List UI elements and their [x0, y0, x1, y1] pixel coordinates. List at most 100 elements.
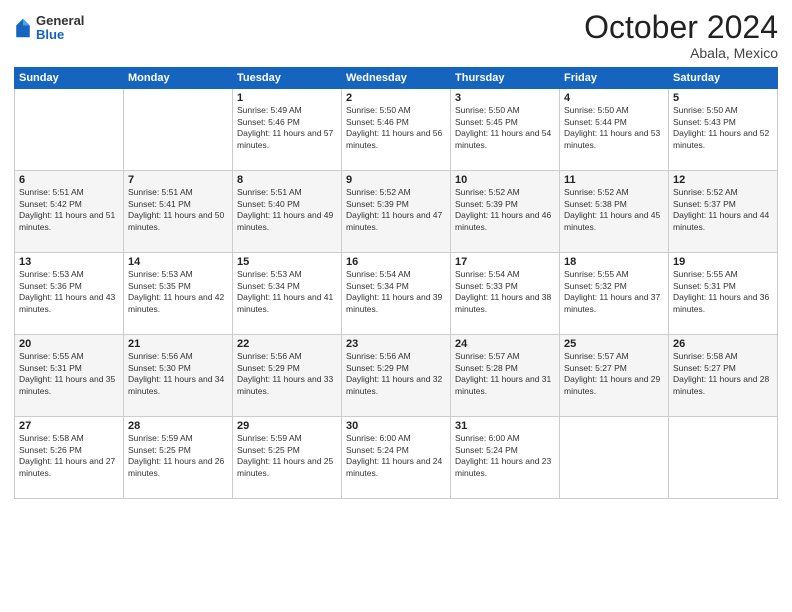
day-number: 19 [673, 256, 773, 268]
calendar-cell: 9Sunrise: 5:52 AMSunset: 5:39 PMDaylight… [342, 171, 451, 253]
location: Abala, Mexico [584, 45, 778, 61]
day-info: Sunrise: 5:51 AMSunset: 5:41 PMDaylight:… [128, 187, 228, 233]
calendar-week-row: 6Sunrise: 5:51 AMSunset: 5:42 PMDaylight… [15, 171, 778, 253]
calendar-cell: 4Sunrise: 5:50 AMSunset: 5:44 PMDaylight… [560, 89, 669, 171]
day-number: 10 [455, 174, 555, 186]
day-number: 25 [564, 338, 664, 350]
day-info: Sunrise: 5:50 AMSunset: 5:44 PMDaylight:… [564, 105, 664, 151]
day-info: Sunrise: 5:52 AMSunset: 5:37 PMDaylight:… [673, 187, 773, 233]
day-info: Sunrise: 5:56 AMSunset: 5:29 PMDaylight:… [346, 351, 446, 397]
calendar-cell: 11Sunrise: 5:52 AMSunset: 5:38 PMDayligh… [560, 171, 669, 253]
day-number: 2 [346, 92, 446, 104]
day-number: 1 [237, 92, 337, 104]
day-info: Sunrise: 5:56 AMSunset: 5:30 PMDaylight:… [128, 351, 228, 397]
weekday-header-sunday: Sunday [15, 68, 124, 89]
day-info: Sunrise: 5:57 AMSunset: 5:28 PMDaylight:… [455, 351, 555, 397]
day-info: Sunrise: 5:50 AMSunset: 5:43 PMDaylight:… [673, 105, 773, 151]
calendar-cell: 14Sunrise: 5:53 AMSunset: 5:35 PMDayligh… [124, 253, 233, 335]
calendar-cell: 22Sunrise: 5:56 AMSunset: 5:29 PMDayligh… [233, 335, 342, 417]
calendar-cell: 12Sunrise: 5:52 AMSunset: 5:37 PMDayligh… [669, 171, 778, 253]
calendar-cell: 6Sunrise: 5:51 AMSunset: 5:42 PMDaylight… [15, 171, 124, 253]
day-number: 31 [455, 420, 555, 432]
title-block: October 2024 Abala, Mexico [584, 10, 778, 61]
calendar-cell: 26Sunrise: 5:58 AMSunset: 5:27 PMDayligh… [669, 335, 778, 417]
day-number: 6 [19, 174, 119, 186]
logo-general: General [36, 14, 84, 28]
calendar-cell: 13Sunrise: 5:53 AMSunset: 5:36 PMDayligh… [15, 253, 124, 335]
day-number: 5 [673, 92, 773, 104]
calendar-cell: 1Sunrise: 5:49 AMSunset: 5:46 PMDaylight… [233, 89, 342, 171]
day-info: Sunrise: 5:55 AMSunset: 5:32 PMDaylight:… [564, 269, 664, 315]
day-info: Sunrise: 5:51 AMSunset: 5:42 PMDaylight:… [19, 187, 119, 233]
day-info: Sunrise: 5:53 AMSunset: 5:36 PMDaylight:… [19, 269, 119, 315]
day-info: Sunrise: 5:54 AMSunset: 5:34 PMDaylight:… [346, 269, 446, 315]
calendar-body: 1Sunrise: 5:49 AMSunset: 5:46 PMDaylight… [15, 89, 778, 499]
calendar-cell: 3Sunrise: 5:50 AMSunset: 5:45 PMDaylight… [451, 89, 560, 171]
day-number: 8 [237, 174, 337, 186]
calendar-week-row: 20Sunrise: 5:55 AMSunset: 5:31 PMDayligh… [15, 335, 778, 417]
calendar-cell: 30Sunrise: 6:00 AMSunset: 5:24 PMDayligh… [342, 417, 451, 499]
calendar-thead: SundayMondayTuesdayWednesdayThursdayFrid… [15, 68, 778, 89]
calendar-cell: 20Sunrise: 5:55 AMSunset: 5:31 PMDayligh… [15, 335, 124, 417]
calendar-container: General Blue October 2024 Abala, Mexico … [0, 0, 792, 612]
day-info: Sunrise: 5:55 AMSunset: 5:31 PMDaylight:… [19, 351, 119, 397]
calendar-header: General Blue October 2024 Abala, Mexico [14, 10, 778, 61]
day-info: Sunrise: 5:52 AMSunset: 5:39 PMDaylight:… [346, 187, 446, 233]
day-info: Sunrise: 5:55 AMSunset: 5:31 PMDaylight:… [673, 269, 773, 315]
calendar-cell: 19Sunrise: 5:55 AMSunset: 5:31 PMDayligh… [669, 253, 778, 335]
calendar-cell: 31Sunrise: 6:00 AMSunset: 5:24 PMDayligh… [451, 417, 560, 499]
day-number: 17 [455, 256, 555, 268]
weekday-header-saturday: Saturday [669, 68, 778, 89]
day-number: 14 [128, 256, 228, 268]
day-info: Sunrise: 5:59 AMSunset: 5:25 PMDaylight:… [128, 433, 228, 479]
calendar-cell: 21Sunrise: 5:56 AMSunset: 5:30 PMDayligh… [124, 335, 233, 417]
calendar-cell: 18Sunrise: 5:55 AMSunset: 5:32 PMDayligh… [560, 253, 669, 335]
weekday-header-wednesday: Wednesday [342, 68, 451, 89]
calendar-cell: 5Sunrise: 5:50 AMSunset: 5:43 PMDaylight… [669, 89, 778, 171]
calendar-cell: 10Sunrise: 5:52 AMSunset: 5:39 PMDayligh… [451, 171, 560, 253]
day-number: 28 [128, 420, 228, 432]
day-info: Sunrise: 5:50 AMSunset: 5:46 PMDaylight:… [346, 105, 446, 151]
calendar-cell: 8Sunrise: 5:51 AMSunset: 5:40 PMDaylight… [233, 171, 342, 253]
calendar-cell [124, 89, 233, 171]
calendar-cell: 7Sunrise: 5:51 AMSunset: 5:41 PMDaylight… [124, 171, 233, 253]
month-title: October 2024 [584, 10, 778, 45]
calendar-cell: 29Sunrise: 5:59 AMSunset: 5:25 PMDayligh… [233, 417, 342, 499]
day-info: Sunrise: 5:57 AMSunset: 5:27 PMDaylight:… [564, 351, 664, 397]
day-info: Sunrise: 5:56 AMSunset: 5:29 PMDaylight:… [237, 351, 337, 397]
calendar-cell: 15Sunrise: 5:53 AMSunset: 5:34 PMDayligh… [233, 253, 342, 335]
day-info: Sunrise: 6:00 AMSunset: 5:24 PMDaylight:… [455, 433, 555, 479]
day-number: 15 [237, 256, 337, 268]
day-number: 7 [128, 174, 228, 186]
day-number: 27 [19, 420, 119, 432]
logo-blue: Blue [36, 28, 84, 42]
calendar-week-row: 13Sunrise: 5:53 AMSunset: 5:36 PMDayligh… [15, 253, 778, 335]
calendar-cell: 17Sunrise: 5:54 AMSunset: 5:33 PMDayligh… [451, 253, 560, 335]
day-info: Sunrise: 5:53 AMSunset: 5:34 PMDaylight:… [237, 269, 337, 315]
weekday-header-thursday: Thursday [451, 68, 560, 89]
weekday-header-row: SundayMondayTuesdayWednesdayThursdayFrid… [15, 68, 778, 89]
day-number: 4 [564, 92, 664, 104]
day-number: 18 [564, 256, 664, 268]
day-number: 20 [19, 338, 119, 350]
calendar-cell: 16Sunrise: 5:54 AMSunset: 5:34 PMDayligh… [342, 253, 451, 335]
day-number: 29 [237, 420, 337, 432]
day-info: Sunrise: 5:59 AMSunset: 5:25 PMDaylight:… [237, 433, 337, 479]
logo-text: General Blue [36, 14, 84, 43]
day-info: Sunrise: 6:00 AMSunset: 5:24 PMDaylight:… [346, 433, 446, 479]
day-number: 11 [564, 174, 664, 186]
weekday-header-tuesday: Tuesday [233, 68, 342, 89]
day-info: Sunrise: 5:52 AMSunset: 5:38 PMDaylight:… [564, 187, 664, 233]
day-number: 13 [19, 256, 119, 268]
day-number: 22 [237, 338, 337, 350]
calendar-cell: 27Sunrise: 5:58 AMSunset: 5:26 PMDayligh… [15, 417, 124, 499]
day-number: 16 [346, 256, 446, 268]
day-info: Sunrise: 5:51 AMSunset: 5:40 PMDaylight:… [237, 187, 337, 233]
day-number: 21 [128, 338, 228, 350]
day-info: Sunrise: 5:58 AMSunset: 5:27 PMDaylight:… [673, 351, 773, 397]
calendar-cell [15, 89, 124, 171]
day-info: Sunrise: 5:54 AMSunset: 5:33 PMDaylight:… [455, 269, 555, 315]
weekday-header-monday: Monday [124, 68, 233, 89]
day-number: 12 [673, 174, 773, 186]
logo: General Blue [14, 14, 84, 43]
